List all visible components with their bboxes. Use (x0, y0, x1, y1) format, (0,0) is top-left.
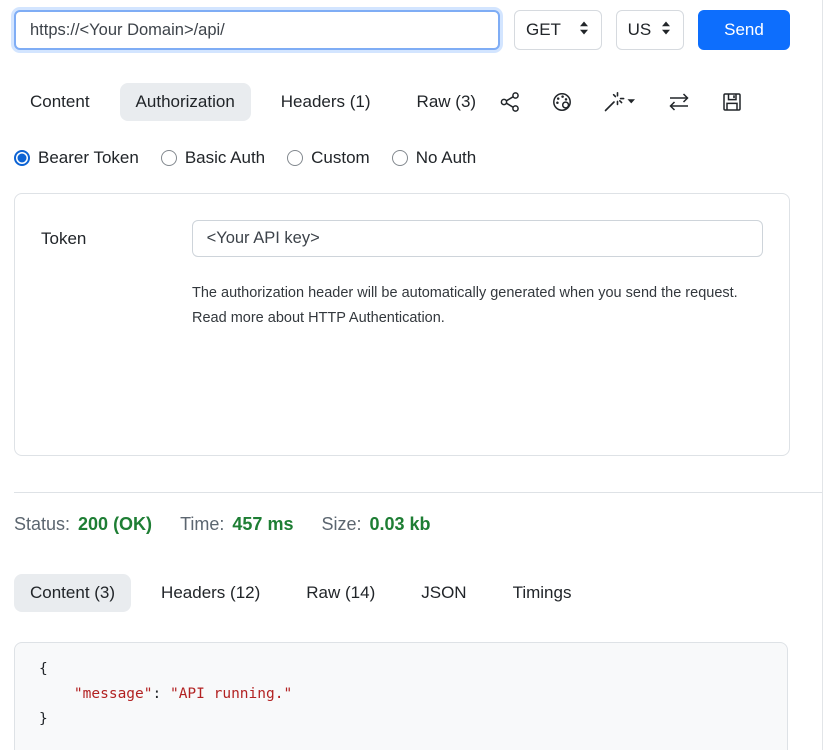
tab-raw[interactable]: Raw (3) (401, 83, 493, 121)
request-bar: GET US Send (14, 0, 790, 50)
method-select-value: GET (526, 20, 561, 40)
region-select[interactable]: US (616, 10, 684, 50)
radio-circle-checked (14, 150, 30, 166)
radio-label: Basic Auth (185, 148, 265, 168)
radio-label: No Auth (416, 148, 477, 168)
response-tabs: Content (3) Headers (12) Raw (14) JSON T… (14, 574, 790, 612)
tab-content[interactable]: Content (14, 83, 106, 121)
json-value: "API running." (170, 686, 292, 702)
response-body: { "message": "API running." } (14, 642, 788, 750)
palette-icon[interactable] (551, 91, 573, 113)
status-value: 200 (OK) (78, 514, 152, 535)
radio-label: Custom (311, 148, 370, 168)
radio-custom[interactable]: Custom (287, 148, 370, 168)
token-label: Token (41, 229, 192, 249)
send-button[interactable]: Send (698, 10, 790, 50)
updown-arrows-icon (578, 20, 590, 41)
resp-tab-content[interactable]: Content (3) (14, 574, 131, 612)
url-input[interactable] (14, 10, 500, 50)
radio-circle (161, 150, 177, 166)
auth-card: Token The authorization header will be a… (14, 193, 790, 456)
section-divider (14, 492, 823, 493)
tab-authorization[interactable]: Authorization (120, 83, 251, 121)
time-label: Time: (180, 514, 224, 535)
size-value: 0.03 kb (370, 514, 431, 535)
auth-helper-text: The authorization header will be automat… (192, 281, 763, 331)
radio-label: Bearer Token (38, 148, 139, 168)
swap-arrows-icon[interactable] (667, 91, 691, 113)
resp-tab-raw[interactable]: Raw (14) (290, 574, 391, 612)
json-response-text: { "message": "API running." } (39, 657, 763, 732)
updown-arrows-icon (660, 20, 672, 41)
radio-bearer-token[interactable]: Bearer Token (14, 148, 139, 168)
api-client-page: GET US Send (0, 0, 837, 750)
json-close-brace: } (39, 711, 48, 727)
status-label: Status: (14, 514, 70, 535)
response-summary: Status: 200 (OK) Time: 457 ms Size: 0.03… (14, 514, 790, 535)
json-key: "message" (74, 686, 153, 702)
radio-no-auth[interactable]: No Auth (392, 148, 477, 168)
request-tabs: Content Authorization Headers (1) Raw (3… (14, 83, 790, 121)
radio-basic-auth[interactable]: Basic Auth (161, 148, 265, 168)
token-input[interactable] (192, 220, 763, 257)
size-label: Size: (321, 514, 361, 535)
resp-tab-headers[interactable]: Headers (12) (145, 574, 276, 612)
page-right-divider (822, 0, 823, 750)
json-separator: : (153, 686, 170, 702)
tab-headers[interactable]: Headers (1) (265, 83, 387, 121)
json-open-brace: { (39, 661, 48, 677)
save-floppy-icon[interactable] (721, 91, 743, 113)
time-value: 457 ms (232, 514, 293, 535)
auth-type-options: Bearer Token Basic Auth Custom No Auth (14, 148, 790, 168)
resp-tab-timings[interactable]: Timings (497, 574, 588, 612)
radio-circle (392, 150, 408, 166)
region-select-value: US (628, 20, 652, 40)
share-nodes-icon[interactable] (499, 91, 521, 113)
resp-tab-json[interactable]: JSON (405, 574, 482, 612)
method-select[interactable]: GET (514, 10, 602, 50)
radio-circle (287, 150, 303, 166)
request-toolbar (499, 91, 790, 113)
magic-wand-dropdown-icon[interactable] (603, 91, 637, 113)
